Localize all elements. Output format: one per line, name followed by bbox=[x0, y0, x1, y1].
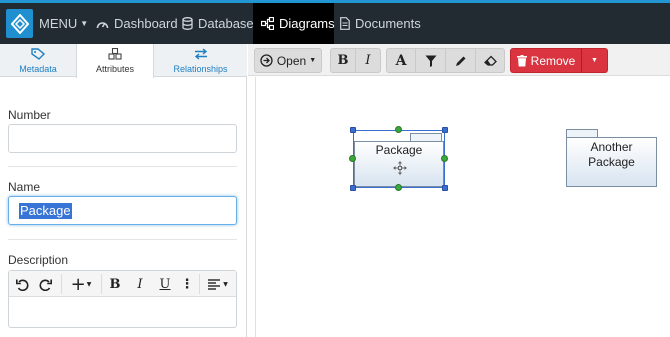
remove-label: Remove bbox=[530, 53, 576, 68]
diamond-logo-icon bbox=[10, 13, 29, 34]
connector-handle-right[interactable] bbox=[441, 155, 448, 162]
remove-button[interactable]: Remove bbox=[510, 48, 582, 73]
open-button[interactable]: Open ▼ bbox=[254, 48, 322, 73]
more-options-icon[interactable]: ⋮ bbox=[179, 271, 195, 297]
properties-panel: Metadata Attributes Relationships Number… bbox=[0, 44, 247, 337]
database-icon bbox=[182, 17, 193, 30]
nav-documents[interactable]: Documents bbox=[340, 3, 421, 44]
dashboard-icon bbox=[96, 18, 109, 30]
connector-handle-top[interactable] bbox=[395, 126, 402, 133]
document-icon bbox=[340, 17, 350, 30]
pencil-icon[interactable] bbox=[445, 48, 476, 73]
divider bbox=[199, 274, 200, 294]
connector-handle-left[interactable] bbox=[349, 155, 356, 162]
name-label: Name bbox=[8, 180, 41, 194]
bold-icon[interactable]: B bbox=[330, 48, 356, 73]
description-label: Description bbox=[8, 253, 69, 267]
tab-relationships[interactable]: Relationships bbox=[154, 44, 247, 77]
redo-icon[interactable] bbox=[34, 271, 56, 297]
name-value: Package bbox=[19, 203, 72, 219]
caret-down-icon: ▼ bbox=[223, 280, 228, 288]
nav-database-label: Database bbox=[198, 16, 254, 31]
nav-dashboard-label: Dashboard bbox=[114, 16, 178, 31]
resize-handle-bottom-left[interactable] bbox=[350, 185, 356, 191]
divider bbox=[8, 166, 237, 167]
tab-attributes-label: Attributes bbox=[95, 64, 135, 74]
app-logo[interactable] bbox=[6, 9, 33, 38]
package-label-line1: Another bbox=[590, 140, 633, 154]
open-label: Open bbox=[276, 53, 307, 68]
bold-icon[interactable]: B bbox=[104, 271, 126, 297]
cubes-icon bbox=[108, 47, 122, 62]
align-left-icon[interactable]: ▼ bbox=[202, 271, 234, 297]
resize-handle-top-left[interactable] bbox=[350, 127, 356, 133]
caret-down-icon: ▼ bbox=[309, 57, 317, 64]
trash-icon bbox=[516, 54, 527, 67]
eraser-icon[interactable] bbox=[475, 48, 505, 73]
remove-dropdown-button[interactable]: ▼ bbox=[581, 48, 608, 73]
divider bbox=[101, 274, 102, 294]
diagram-canvas[interactable]: Package Another Package bbox=[255, 77, 670, 337]
selection-box bbox=[353, 130, 445, 188]
italic-icon[interactable]: I bbox=[355, 48, 381, 73]
top-navbar: MENU ▼ Dashboard Database Diagrams Docum… bbox=[0, 0, 670, 44]
tag-icon bbox=[31, 47, 46, 62]
divider bbox=[61, 274, 62, 294]
caret-down-icon: ▼ bbox=[80, 19, 89, 28]
connector-handle-bottom[interactable] bbox=[395, 184, 402, 191]
description-editor[interactable]: + ▼ B I U ⋮ ▼ bbox=[8, 270, 237, 328]
tab-metadata-label: Metadata bbox=[19, 63, 57, 74]
resize-handle-bottom-right[interactable] bbox=[442, 185, 448, 191]
filter-icon[interactable] bbox=[415, 48, 446, 73]
undo-icon[interactable] bbox=[11, 271, 33, 297]
nav-documents-label: Documents bbox=[355, 16, 421, 31]
italic-icon[interactable]: I bbox=[129, 271, 151, 297]
caret-down-icon: ▼ bbox=[86, 280, 92, 288]
divider bbox=[8, 239, 237, 240]
properties-tabs: Metadata Attributes Relationships bbox=[0, 44, 247, 78]
editor-toolbar: + ▼ B I U ⋮ ▼ bbox=[9, 271, 236, 297]
diagram-toolbar: Open ▼ B I A Remove ▼ bbox=[248, 44, 670, 76]
underline-icon[interactable]: U bbox=[154, 271, 176, 297]
menu-button[interactable]: MENU ▼ bbox=[39, 3, 88, 44]
nav-dashboard[interactable]: Dashboard bbox=[96, 3, 178, 44]
diagram-icon bbox=[261, 17, 274, 30]
nav-database[interactable]: Database bbox=[182, 3, 254, 44]
resize-handle-top-right[interactable] bbox=[442, 127, 448, 133]
number-field[interactable] bbox=[8, 124, 237, 153]
font-icon[interactable]: A bbox=[386, 48, 416, 73]
menu-label: MENU bbox=[39, 16, 78, 31]
package-shape[interactable]: Another Package bbox=[566, 129, 657, 187]
insert-plus-icon[interactable]: + ▼ bbox=[64, 271, 98, 297]
nav-diagrams-label: Diagrams bbox=[279, 16, 335, 31]
tab-attributes[interactable]: Attributes bbox=[76, 44, 154, 78]
number-label: Number bbox=[8, 108, 51, 122]
tab-metadata[interactable]: Metadata bbox=[0, 44, 76, 77]
name-field[interactable]: Package bbox=[8, 196, 237, 225]
exchange-icon bbox=[194, 47, 208, 62]
tab-relationships-label: Relationships bbox=[173, 63, 228, 74]
caret-down-icon: ▼ bbox=[591, 57, 598, 64]
arrow-circle-right-icon bbox=[260, 54, 273, 67]
plus-icon: + bbox=[70, 273, 86, 295]
nav-diagrams[interactable]: Diagrams bbox=[253, 3, 335, 44]
package-label-line2: Package bbox=[588, 155, 635, 169]
